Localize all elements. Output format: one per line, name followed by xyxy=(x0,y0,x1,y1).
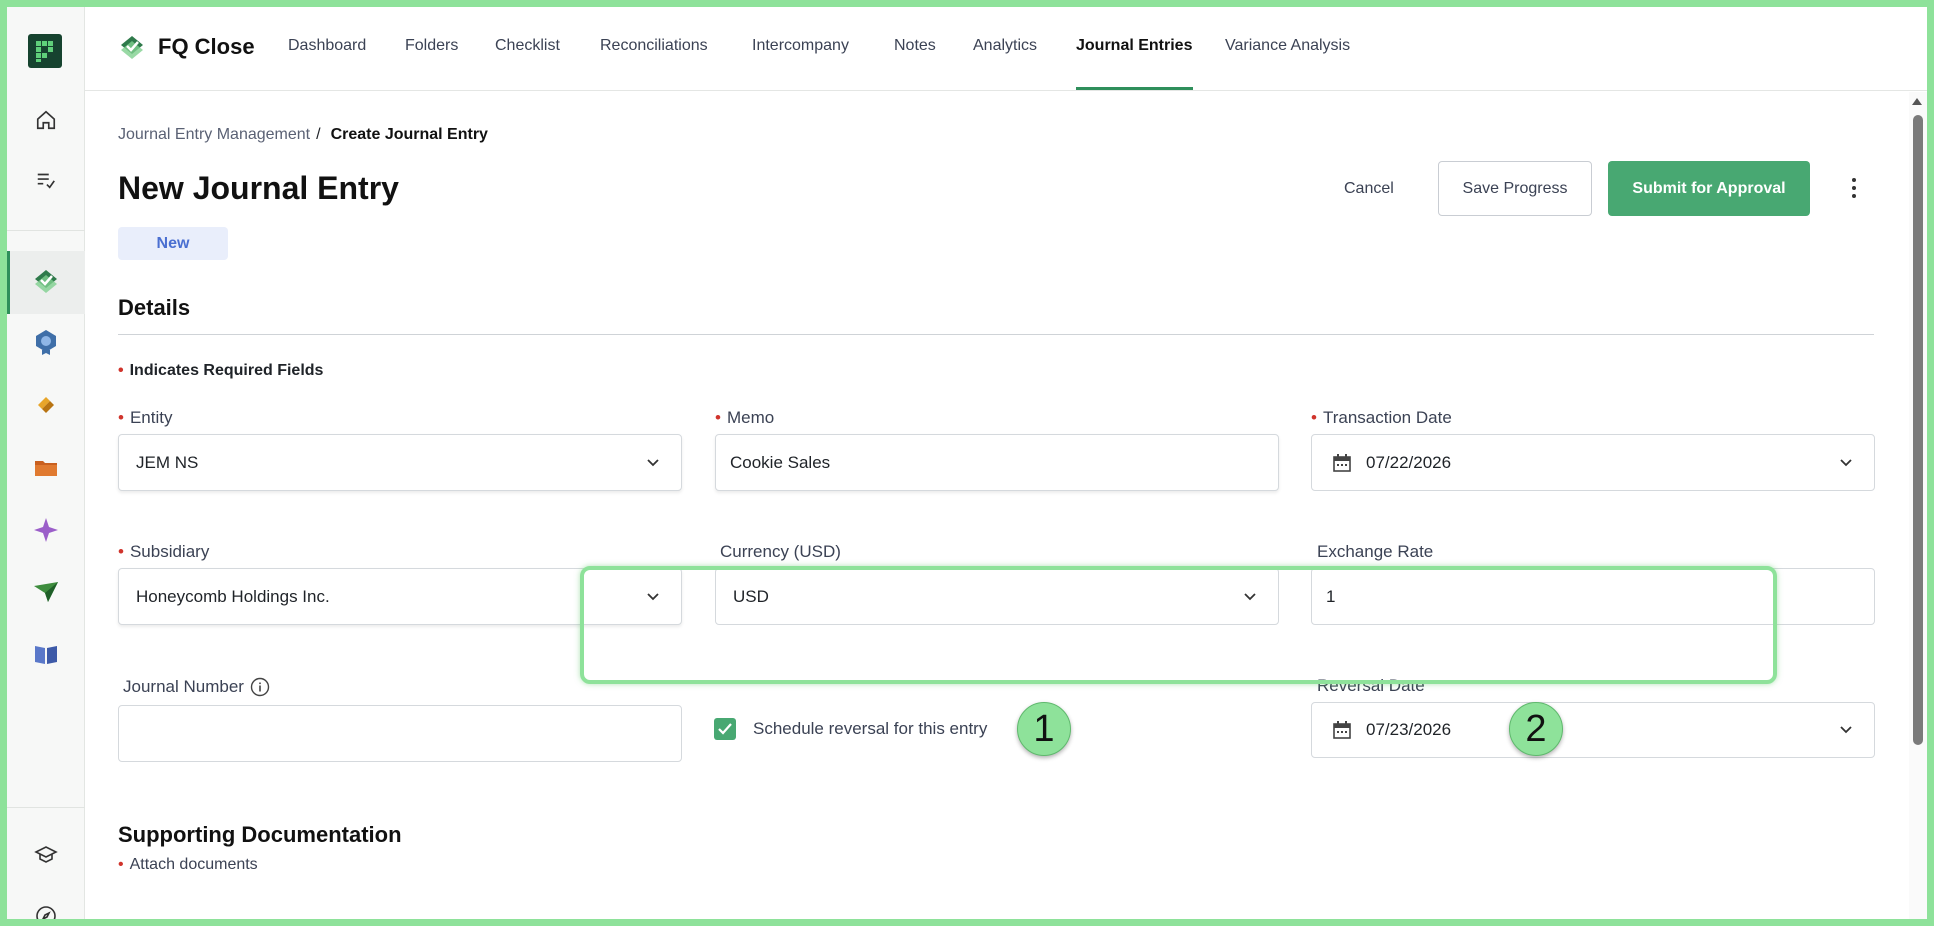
breadcrumb-parent-link[interactable]: Journal Entry Management xyxy=(118,126,310,144)
info-icon[interactable] xyxy=(250,677,270,697)
reconciliation-badge-icon[interactable] xyxy=(31,327,61,357)
calendar-icon xyxy=(1333,721,1351,739)
brand[interactable]: FQ Close xyxy=(118,33,255,61)
brand-name: FQ Close xyxy=(158,34,255,59)
schedule-reversal-checkbox[interactable] xyxy=(714,718,736,740)
send-plane-icon[interactable] xyxy=(31,577,61,607)
transaction-date-label: • Transaction Date xyxy=(1311,408,1452,428)
required-note-text: Indicates Required Fields xyxy=(129,362,324,379)
status-badge: New xyxy=(118,227,228,260)
calendar-icon xyxy=(1333,453,1351,472)
supporting-docs-title: Supporting Documentation xyxy=(118,822,402,847)
save-progress-button[interactable]: Save Progress xyxy=(1438,161,1592,216)
subsidiary-required-marker: • xyxy=(118,542,124,561)
entity-select[interactable]: JEM NS xyxy=(118,434,682,491)
entity-required-marker: • xyxy=(118,408,124,427)
attach-documents-label: • Attach documents xyxy=(118,856,258,874)
task-list-icon[interactable] xyxy=(31,165,61,195)
journal-number-label-text: Journal Number xyxy=(123,677,244,696)
subsidiary-label-text: Subsidiary xyxy=(129,542,210,561)
attach-required-marker: • xyxy=(118,856,124,873)
check-icon xyxy=(718,723,732,735)
transaction-date-picker[interactable]: 07/22/2026 xyxy=(1311,434,1875,491)
journal-number-input[interactable] xyxy=(118,705,682,762)
submit-for-approval-button[interactable]: Submit for Approval xyxy=(1608,161,1810,216)
nav-analytics[interactable]: Analytics xyxy=(973,37,1037,55)
close-module-icon[interactable] xyxy=(31,266,61,296)
required-fields-note: • Indicates Required Fields xyxy=(118,362,323,380)
breadcrumb-separator: / xyxy=(316,126,321,143)
nav-notes[interactable]: Notes xyxy=(894,37,936,55)
journal-number-label: Journal Number xyxy=(123,677,270,697)
entity-label: • Entity xyxy=(118,408,172,428)
required-marker: • xyxy=(118,362,124,379)
nav-dashboard[interactable]: Dashboard xyxy=(288,37,366,55)
scroll-up-arrow-icon[interactable] xyxy=(1912,98,1922,105)
memo-label-text: Memo xyxy=(726,408,775,427)
app-logo[interactable] xyxy=(28,34,62,68)
breadcrumb: Journal Entry Management / Create Journa… xyxy=(118,126,488,144)
top-navigation: FQ Close Dashboard Folders Checklist Rec… xyxy=(85,7,1927,91)
nav-folders[interactable]: Folders xyxy=(405,37,458,55)
home-icon[interactable] xyxy=(31,105,61,135)
reversal-date-picker[interactable]: 07/23/2026 xyxy=(1311,702,1875,758)
transaction-date-label-text: Transaction Date xyxy=(1322,408,1452,427)
memo-value: Cookie Sales xyxy=(730,452,831,472)
nav-active-underline xyxy=(1076,87,1193,90)
intercompany-link-icon[interactable] xyxy=(31,390,61,420)
page-title: New Journal Entry xyxy=(118,170,399,206)
learning-cap-icon[interactable] xyxy=(31,840,61,870)
memo-required-marker: • xyxy=(715,408,721,427)
subsidiary-value: Honeycomb Holdings Inc. xyxy=(136,586,330,606)
currency-label: Currency (USD) xyxy=(720,542,841,561)
details-divider xyxy=(118,334,1874,335)
entity-value: JEM NS xyxy=(136,452,199,472)
scrollbar-thumb[interactable] xyxy=(1913,115,1923,745)
more-options-icon[interactable] xyxy=(1844,171,1864,205)
left-rail xyxy=(7,7,85,926)
exchange-rate-label: Exchange Rate xyxy=(1317,542,1434,561)
annotation-marker-1: 1 xyxy=(1017,702,1071,756)
folder-icon[interactable] xyxy=(31,453,61,483)
reversal-date-value: 07/23/2026 xyxy=(1366,720,1452,739)
transaction-date-value: 07/22/2026 xyxy=(1366,452,1452,472)
chevron-down-icon xyxy=(647,457,659,469)
book-icon[interactable] xyxy=(31,639,61,669)
breadcrumb-current: Create Journal Entry xyxy=(330,126,488,143)
details-section-title: Details xyxy=(118,295,191,320)
schedule-reversal-label[interactable]: Schedule reversal for this entry xyxy=(753,719,987,739)
nav-reconciliations[interactable]: Reconciliations xyxy=(600,37,708,55)
nav-intercompany[interactable]: Intercompany xyxy=(752,37,849,55)
analytics-sparkle-icon[interactable] xyxy=(31,515,61,545)
attach-documents-text: Attach documents xyxy=(129,856,258,873)
nav-checklist[interactable]: Checklist xyxy=(495,37,560,55)
subsidiary-label: • Subsidiary xyxy=(118,542,209,562)
chevron-down-icon xyxy=(1840,457,1852,469)
nav-variance-analysis[interactable]: Variance Analysis xyxy=(1225,37,1350,55)
compass-icon[interactable] xyxy=(31,901,61,926)
nav-journal-entries[interactable]: Journal Entries xyxy=(1076,37,1192,55)
entity-label-text: Entity xyxy=(129,408,173,427)
annotation-marker-2: 2 xyxy=(1509,702,1563,756)
chevron-down-icon xyxy=(1840,724,1852,736)
memo-label: • Memo xyxy=(715,408,774,428)
reversal-highlight-box xyxy=(580,566,1777,684)
transaction-date-required-marker: • xyxy=(1311,408,1317,427)
brand-logo-icon xyxy=(121,36,143,59)
memo-input[interactable]: Cookie Sales xyxy=(715,434,1279,491)
cancel-button[interactable]: Cancel xyxy=(1344,180,1394,198)
